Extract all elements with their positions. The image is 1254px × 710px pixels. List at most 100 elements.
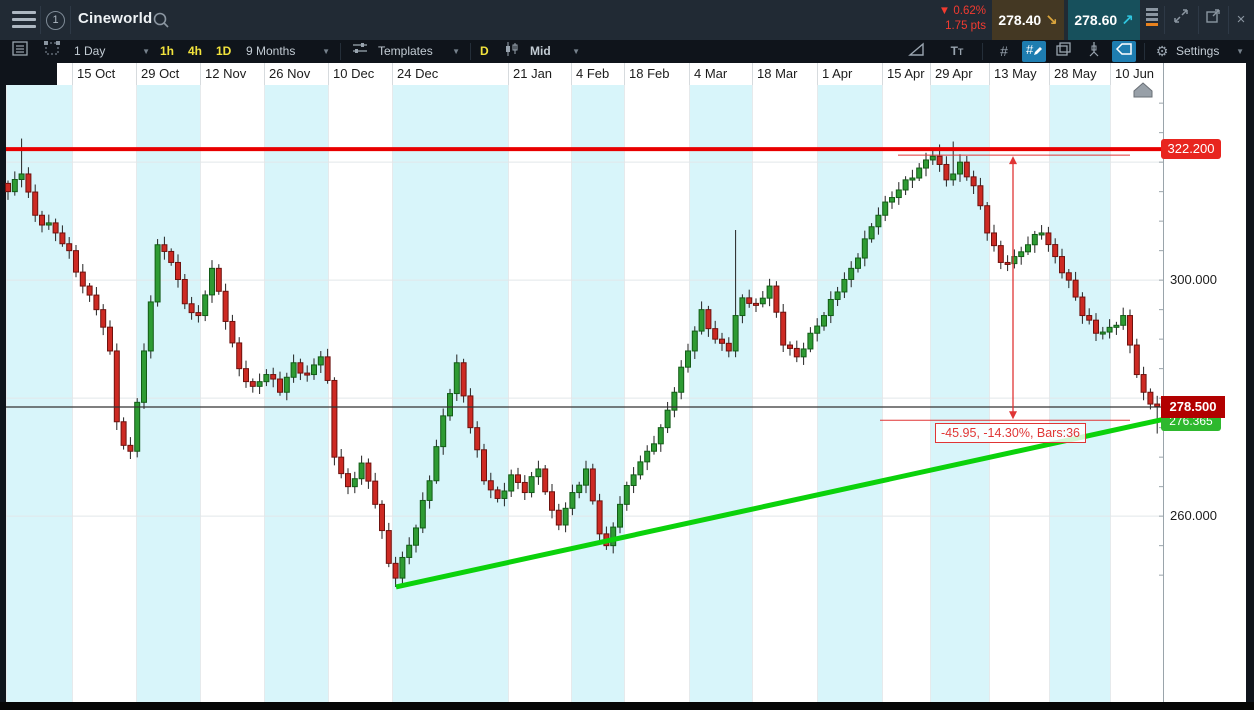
candle-body [501,490,508,499]
date-axis[interactable]: 15 Oct 29 Oct 12 Nov 26 Nov 10 Dec 24 Dec 21 J… [0,63,1254,85]
price-down-arrow-icon: ↘ [1045,12,1058,29]
y-axis-label: 300.000 [1170,272,1217,288]
divider [70,6,71,34]
date-label: 26 Nov [269,66,311,81]
candle-body [793,347,800,358]
date-label: 10 Dec [333,66,375,81]
settings-dropdown[interactable]: Settings ▼ [1176,40,1244,63]
chevron-down-icon: ▼ [452,47,460,56]
draw-trend-icon[interactable] [905,41,929,62]
candle-body [243,368,249,383]
chevron-down-icon: ▼ [322,47,330,56]
candle-body [283,376,290,393]
hamburger-menu-icon[interactable] [12,11,36,29]
candle-body [385,530,392,564]
candle-body [39,214,45,226]
list-icon[interactable] [8,41,32,62]
chevron-down-icon: ▼ [1236,47,1244,56]
candle-body [467,395,474,429]
date-label: 29 Apr [935,66,973,81]
candle-body [657,427,664,445]
candle-body [32,191,39,216]
candle-body [521,481,528,494]
candle-body [365,462,372,482]
candle-body [460,362,467,397]
date-label: 10 Jun [1115,66,1155,81]
candle-body [263,374,270,383]
expand-icon[interactable] [1168,6,1194,34]
candle-body [773,285,780,313]
axis-corner [0,63,57,85]
windows-icon[interactable] [1052,41,1076,62]
date-tick [392,63,393,85]
period-dropdown[interactable]: 1 Day ▼ [74,40,150,63]
measure-arrow-up [1009,156,1017,165]
date-tick [264,63,265,85]
chart-area[interactable]: 300.000 260.000 320.000 322.200 278.500 … [0,63,1254,702]
candle-body [181,278,188,305]
chevron-down-icon: ▼ [572,47,580,56]
instrument-badge-icon[interactable]: 1 [46,11,65,30]
pointer-tool-icon[interactable] [1112,41,1136,62]
grid-icon[interactable]: # [992,41,1016,62]
candle-body [195,312,202,317]
candle-body [923,159,929,169]
search-icon[interactable] [152,11,170,34]
templates-dropdown[interactable]: Templates ▼ [378,40,460,63]
home-icon[interactable] [1131,81,1155,104]
sell-price-button[interactable]: 278.40 ↘ [992,0,1064,40]
date-label: 28 May [1054,66,1097,81]
timeframe-1h-button[interactable]: 1h [160,40,174,63]
candle-body [542,468,549,493]
candle-body [712,328,719,340]
candle-body [338,456,345,475]
candle-body [963,161,970,178]
candle-body [1004,261,1011,265]
candle-body [596,500,603,535]
text-tool-icon[interactable]: TT [945,41,969,62]
candle-body [637,461,644,476]
measurement-readout[interactable]: -45.95, -14.30%, Bars:36 [935,423,1086,444]
buy-price-button[interactable]: 278.60 ↗ [1068,0,1140,40]
sliders-icon[interactable] [348,41,372,62]
candle-body [304,372,311,376]
daily-candle-button[interactable]: D [480,40,489,63]
price-type-dropdown[interactable]: Mid ▼ [530,40,580,63]
date-label: 13 May [994,66,1037,81]
candle-body [52,222,59,234]
candlestick-icon[interactable] [500,41,524,62]
date-label: 24 Dec [397,66,439,81]
candle-body [202,294,209,317]
indicator-icon[interactable] [1082,41,1106,62]
candle-body [589,468,596,502]
candle-body [1031,233,1038,246]
date-tick [624,63,625,85]
close-icon[interactable]: × [1228,6,1254,34]
range-dropdown[interactable]: 9 Months ▼ [246,40,330,63]
candle-body [73,250,79,273]
market-depth-icon[interactable] [1146,8,1158,32]
candlestick-plot[interactable] [0,85,1163,702]
gear-icon[interactable]: ⚙ [1150,41,1174,62]
timeframe-1d-button[interactable]: 1D [216,40,231,63]
candle-body [1093,319,1099,334]
resistance-price-tag[interactable]: 322.200 [1161,139,1221,160]
date-tick [136,63,137,85]
date-tick [930,63,931,85]
layout-select-icon[interactable] [40,41,64,62]
timeframe-4h-button[interactable]: 4h [188,40,202,63]
candle-body [1086,315,1093,321]
candle-body [168,250,175,263]
candle-body [515,474,521,483]
candle-body [317,356,324,366]
candle-body [1072,279,1079,298]
current-price-tag: 278.500 [1161,396,1225,418]
date-label: 18 Feb [629,66,670,81]
popout-icon[interactable] [1200,6,1226,34]
candle-body [25,173,32,193]
candle-body [929,155,936,161]
divider [40,6,41,34]
candle-body [297,362,304,374]
draw-grid-icon[interactable]: # [1022,41,1046,62]
candle-body [555,509,562,526]
